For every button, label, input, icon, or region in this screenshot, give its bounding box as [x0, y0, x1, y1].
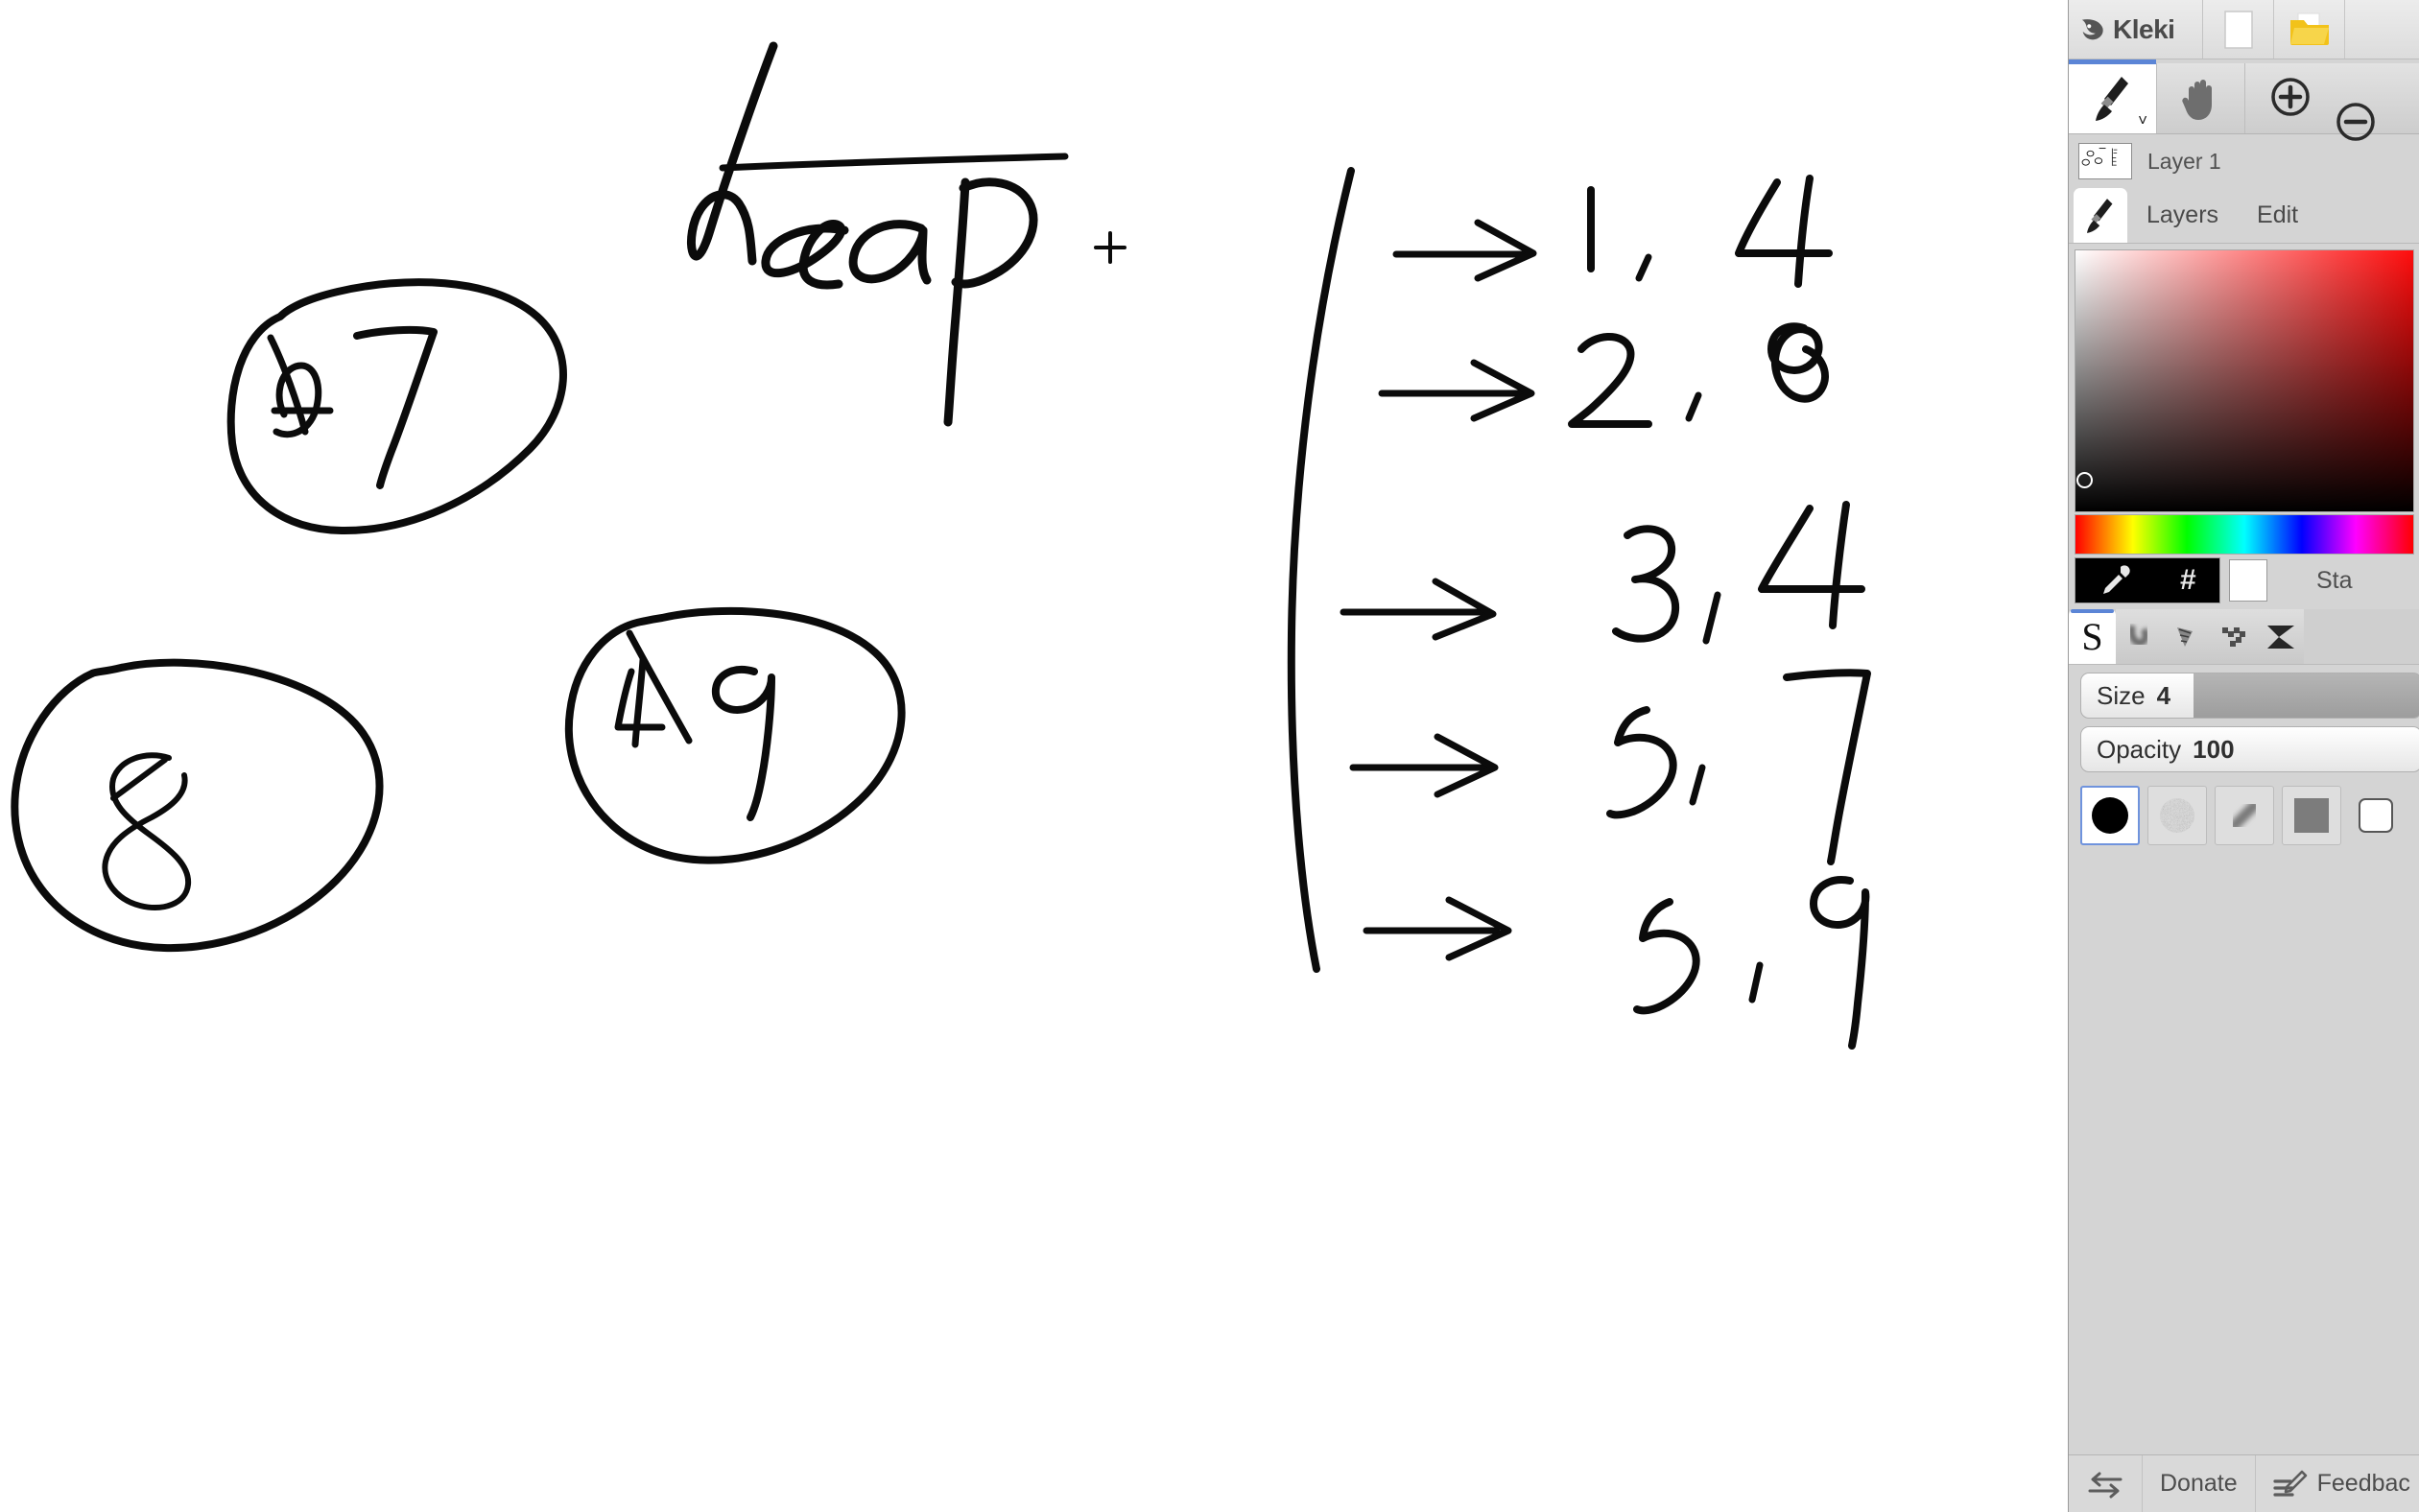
lock-alpha-checkbox[interactable] [2359, 798, 2393, 833]
node-9 [564, 606, 906, 864]
brush-kind-row: S [2069, 609, 2419, 665]
color-swatch-row: # Sta [2075, 557, 2415, 603]
tool-panel: Kleki ˅ Layer 1 Layers Edit # Sta S Size… [2068, 0, 2419, 1512]
new-file-icon [2223, 10, 2253, 49]
node-7 [226, 278, 567, 535]
swap-button[interactable] [2069, 1455, 2143, 1512]
hex-input-button[interactable]: # [2180, 564, 2196, 597]
chevron-down-icon[interactable]: ˅ [2138, 112, 2147, 129]
donate-button[interactable]: Donate [2143, 1455, 2256, 1512]
drawing-canvas[interactable] [0, 0, 2068, 1512]
minus-circle-icon [2336, 103, 2375, 141]
pixel-icon [2221, 626, 2245, 647]
brush-kind-sketchy[interactable] [2163, 609, 2210, 664]
square-icon [2294, 798, 2329, 833]
bowtie-icon [2266, 625, 2294, 649]
panel-spacer [2069, 845, 2419, 1454]
crosshair-cursor [1094, 231, 1126, 264]
zoom-out-button[interactable] [2334, 100, 2378, 149]
tip-soft[interactable] [2215, 786, 2274, 845]
zoom-controls [2245, 63, 2419, 141]
kleki-logo-icon [2081, 18, 2103, 39]
hand-tool[interactable] [2157, 63, 2245, 133]
soft-stroke-icon [2229, 800, 2260, 831]
size-slider-text: Size 4 [2097, 673, 2170, 718]
brush-kind-pen[interactable]: S [2069, 609, 2116, 664]
opacity-slider-text: Opacity 100 [2097, 727, 2235, 771]
app-name: Kleki [2113, 13, 2175, 44]
new-file-button[interactable] [2203, 0, 2274, 59]
brush-kind-blend[interactable] [2116, 609, 2163, 664]
pair-row-1 [1392, 175, 1833, 288]
primary-color-swatch[interactable]: # [2075, 557, 2220, 603]
hand-icon [2181, 79, 2212, 120]
kleki-app: Kleki ˅ Layer 1 Layers Edit # Sta S Size… [0, 0, 2419, 1512]
chalk-icon [2176, 626, 2193, 647]
solid-circle-icon [2092, 797, 2128, 834]
open-file-button[interactable] [2274, 0, 2345, 59]
pair-row-3 [1340, 501, 1865, 645]
feedback-button[interactable]: Feedbac [2256, 1455, 2419, 1512]
vertical-brace [1287, 167, 1355, 973]
open-folder-icon [2289, 12, 2329, 45]
bottom-bar: Donate Feedbac [2069, 1454, 2419, 1512]
brush-tool[interactable]: ˅ [2069, 59, 2157, 133]
size-value: 4 [2156, 680, 2171, 710]
paintbrush-icon [2095, 76, 2128, 121]
sv-cursor-handle[interactable] [2076, 472, 2093, 488]
tab-brush[interactable] [2074, 188, 2127, 243]
blur-stroke-icon [2127, 624, 2149, 647]
pair-row-5 [1363, 876, 1870, 1050]
layer-name: Layer 1 [2147, 148, 2221, 174]
size-slider[interactable]: Size 4 [2080, 673, 2419, 719]
saturation-value-square[interactable] [2075, 249, 2414, 512]
opacity-slider[interactable]: Opacity 100 [2080, 726, 2419, 772]
opacity-label: Opacity [2097, 734, 2182, 764]
tip-square[interactable] [2282, 786, 2341, 845]
stack-label[interactable]: Sta [2316, 567, 2353, 595]
pair-row-2 [1378, 322, 1829, 428]
brush-kind-eraser[interactable] [2257, 609, 2304, 664]
brush-kind-pixel[interactable] [2210, 609, 2257, 664]
canvas-drawing [11, 41, 1871, 1050]
size-label: Size [2097, 680, 2146, 710]
app-brand: Kleki [2069, 0, 2203, 59]
plus-circle-icon [2271, 78, 2310, 116]
brush-tip-row [2069, 780, 2419, 845]
layer-thumbnail-preview [2081, 144, 2129, 178]
zoom-in-button[interactable] [2268, 75, 2312, 124]
node-8 [11, 658, 384, 953]
titlebar: Kleki [2069, 0, 2419, 59]
hue-strip[interactable] [2075, 514, 2414, 555]
tab-layers[interactable]: Layers [2127, 188, 2238, 243]
secondary-color-swatch[interactable] [2229, 559, 2267, 602]
paintbrush-icon [2087, 198, 2113, 233]
feedback-label: Feedbac [2316, 1470, 2410, 1497]
opacity-value: 100 [2193, 734, 2235, 764]
noise-circle-icon [2160, 798, 2194, 833]
tip-solid[interactable] [2080, 786, 2140, 845]
color-picker: # Sta [2069, 244, 2419, 603]
tool-row: ˅ [2069, 59, 2419, 141]
pen-glyph: S [2081, 615, 2103, 658]
panel-tabs: Layers Edit [2069, 188, 2419, 244]
eyedropper-icon [2103, 565, 2130, 594]
layer-thumbnail [2078, 143, 2132, 179]
slider-group: Size 4 Opacity 100 [2069, 665, 2419, 780]
swap-arrows-icon [2088, 1472, 2123, 1498]
pair-row-4 [1349, 669, 1871, 865]
feedback-pencil-icon [2273, 1470, 2307, 1497]
handwritten-word-heap [687, 41, 1069, 427]
tip-noise[interactable] [2147, 786, 2207, 845]
tab-edit[interactable]: Edit [2238, 188, 2317, 243]
